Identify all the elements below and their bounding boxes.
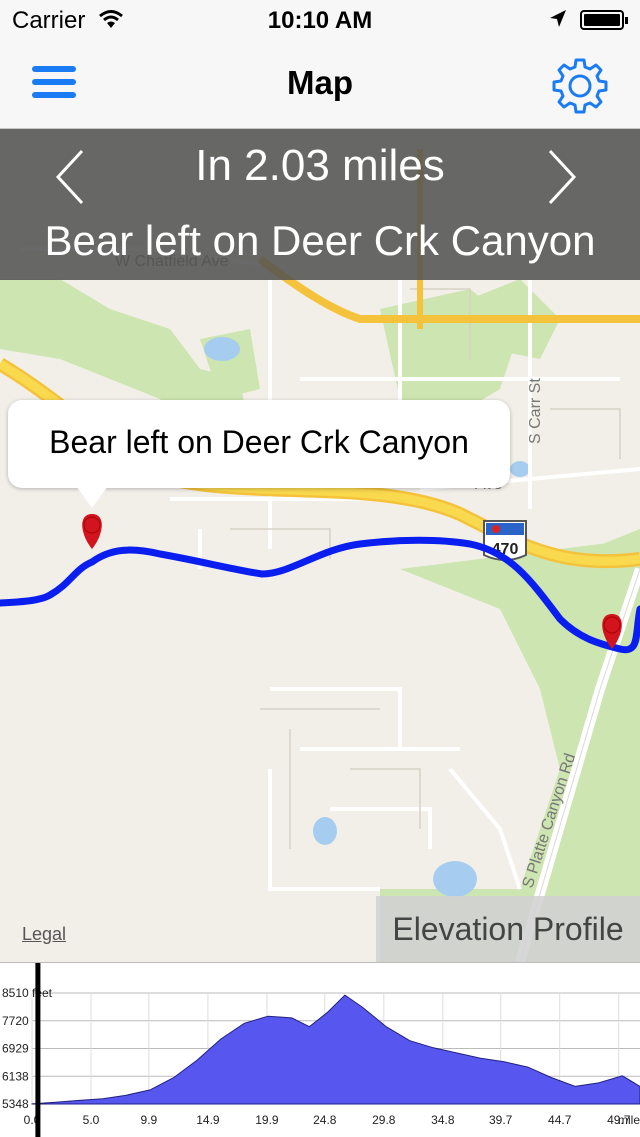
y-tick-label: 8510 (2, 986, 29, 1000)
legal-link[interactable]: Legal (22, 924, 66, 945)
y-unit-label: feet (32, 986, 53, 1000)
route-pin-icon (82, 514, 102, 549)
callout-tail (76, 486, 108, 508)
status-bar: Carrier 10:10 AM (0, 0, 640, 40)
y-tick-label: 5348 (2, 1097, 29, 1111)
chevron-right-icon[interactable] (542, 147, 582, 207)
clock: 10:10 AM (267, 7, 373, 34)
y-tick-label: 6929 (2, 1042, 29, 1056)
page-title: Map (287, 64, 353, 101)
svg-text:S Carr St: S Carr St (527, 378, 544, 444)
x-tick-label: 14.9 (196, 1113, 220, 1127)
y-tick-label: 7720 (2, 1014, 29, 1028)
gear-icon[interactable] (550, 56, 610, 116)
elevation-chart-svg: 85107720692961385348 0.0 5.0 9.9 14.9 19.9 24… (2, 963, 640, 1137)
location-arrow-icon (550, 10, 566, 27)
x-tick-label: 24.8 (313, 1113, 337, 1127)
position-marker (35, 963, 41, 1137)
x-tick-label: 9.9 (141, 1113, 158, 1127)
x-unit-label: mile (618, 1113, 640, 1127)
battery-icon (580, 10, 628, 30)
x-tick-label: 19.9 (255, 1113, 279, 1127)
x-tick-label: 39.7 (489, 1113, 513, 1127)
turn-instruction: Bear left on Deer Crk Canyon (44, 217, 596, 264)
callout-text: Bear left on Deer Crk Canyon (49, 424, 469, 460)
elevation-profile-button[interactable]: Elevation Profile (376, 896, 640, 962)
pin-callout[interactable]: Bear left on Deer Crk Canyon (8, 400, 510, 508)
x-tick-label: 5.0 (83, 1113, 100, 1127)
y-tick-label: 6138 (2, 1069, 29, 1083)
x-tick-label: 34.8 (431, 1113, 455, 1127)
turn-banner: In 2.03 miles Bear left on Deer Crk Cany… (0, 129, 640, 280)
elevation-profile-chart[interactable]: 8510 7720 6929 6138 5348 0.0 5.0 9.9 14.9 19.9 24… (0, 962, 640, 1137)
elevation-area (31, 994, 640, 1105)
x-tick-label: 44.7 (548, 1113, 572, 1127)
navigation-bar: Map (0, 40, 640, 129)
x-tick-label: 29.8 (372, 1113, 396, 1127)
